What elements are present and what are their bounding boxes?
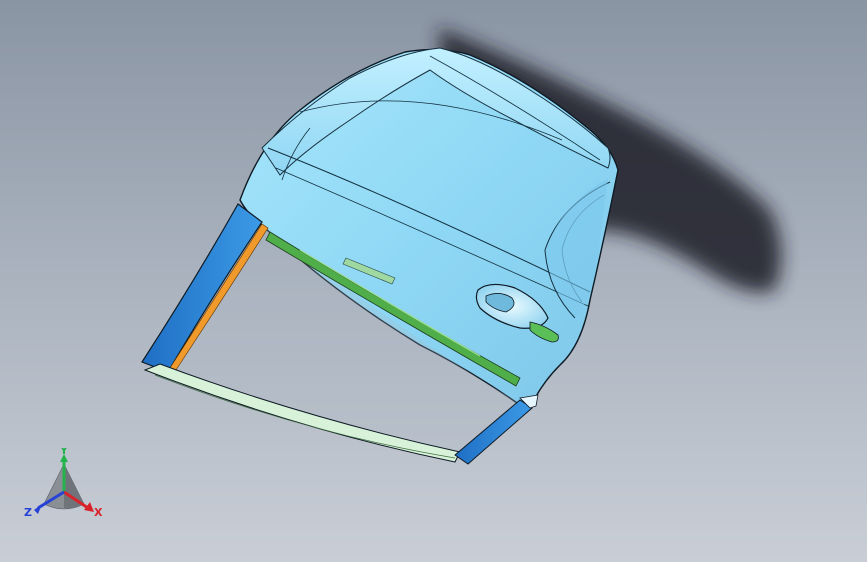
cad-viewport[interactable]: Y X Z: [0, 0, 867, 562]
door-panel-model[interactable]: [0, 0, 867, 562]
triad-x-label: X: [94, 506, 103, 519]
triad-y-label: Y: [59, 448, 69, 457]
orientation-triad[interactable]: Y X Z: [22, 448, 106, 524]
z-arrow-icon: [34, 504, 42, 514]
triad-z-label: Z: [24, 506, 32, 519]
